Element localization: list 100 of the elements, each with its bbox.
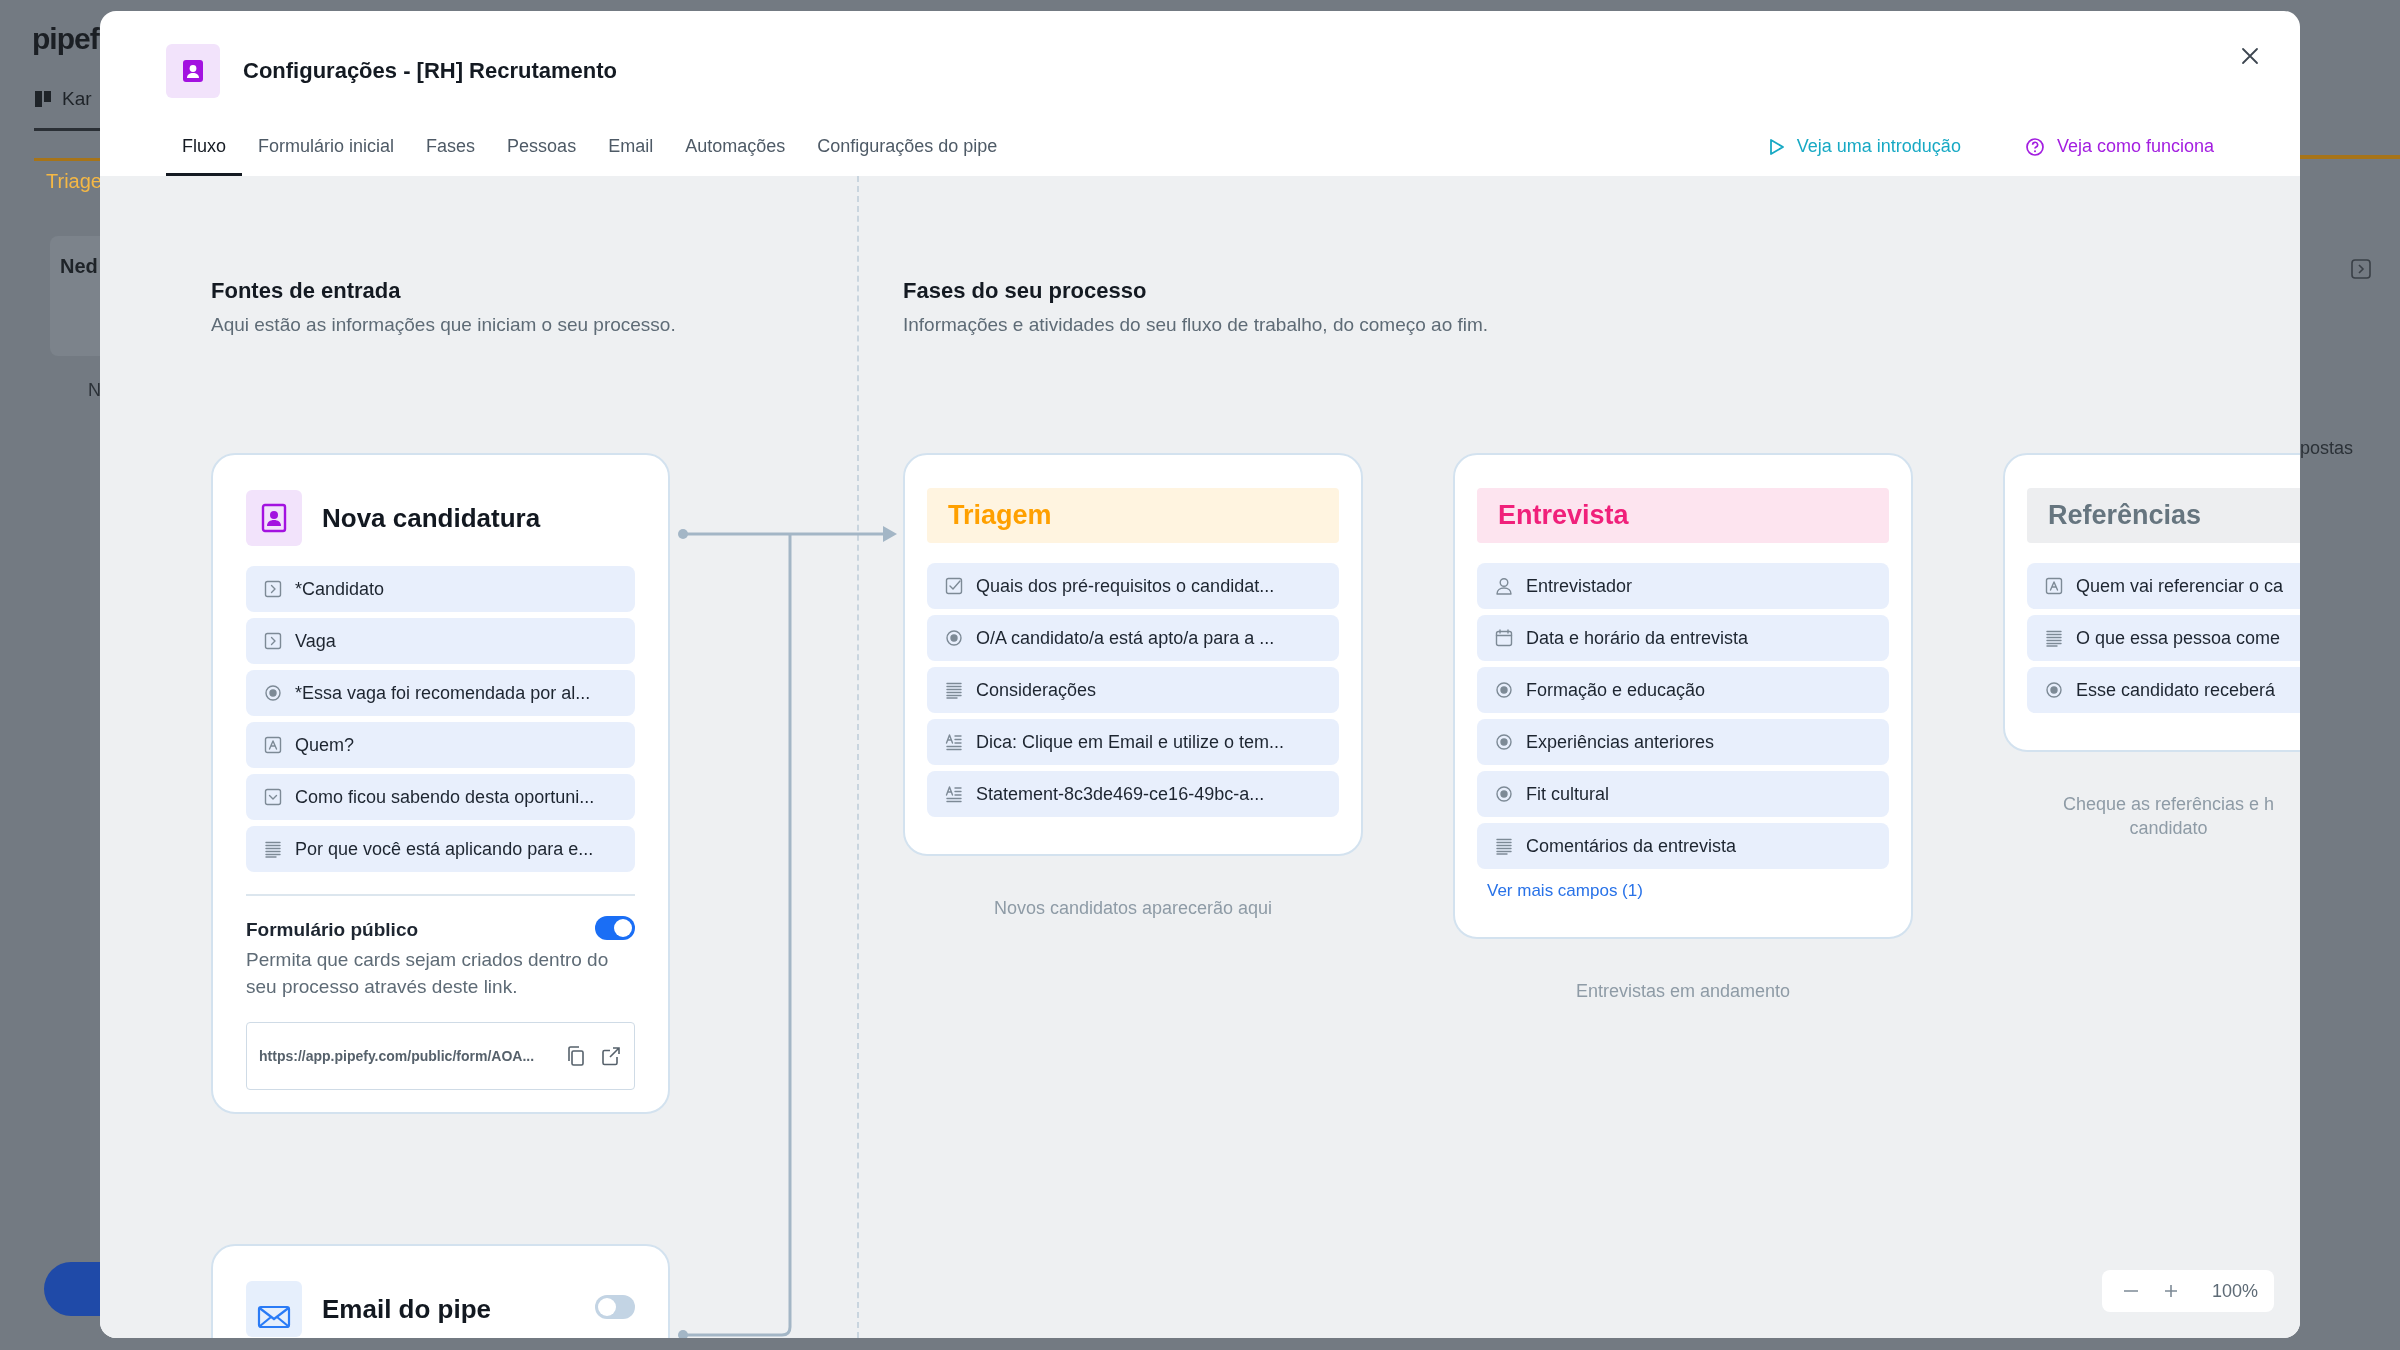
field-row[interactable]: Por que você está aplicando para e...	[246, 826, 635, 872]
radio-field-icon	[1494, 680, 1514, 700]
field-label: O que essa pessoa come	[2076, 627, 2281, 649]
radio-field-icon	[1494, 784, 1514, 804]
close-icon	[2241, 47, 2259, 65]
card-text: N	[88, 380, 101, 401]
expand-icon	[2350, 258, 2372, 280]
pipe-icon	[166, 44, 220, 98]
long-text-field-icon	[1494, 836, 1514, 856]
field-row[interactable]: Vaga	[246, 618, 635, 664]
phase-name: Entrevista	[1498, 500, 1629, 531]
section-subtitle: Aqui estão as informações que iniciam o seu processo.	[211, 314, 677, 336]
field-row[interactable]: Como ficou sabendo desta oportuni...	[246, 774, 635, 820]
long-text-field-icon	[944, 680, 964, 700]
field-row[interactable]: Fit cultural	[1477, 771, 1889, 817]
zoom-level: 100%	[2211, 1280, 2258, 1302]
card-text: postas	[2300, 438, 2354, 459]
field-row[interactable]: O/A candidato/a está apto/a para a ...	[927, 615, 1339, 661]
tab[interactable]: Fases	[410, 120, 492, 176]
field-row[interactable]: Considerações	[927, 667, 1339, 713]
field-row[interactable]: Experiências anteriores	[1477, 719, 1889, 765]
field-label: Esse candidato receberá	[2076, 679, 2276, 701]
external-link-icon[interactable]	[600, 1045, 622, 1067]
person-field-icon	[1494, 576, 1514, 596]
field-label: Quais dos pré-requisitos o candidat...	[976, 575, 1275, 597]
field-label: *Essa vaga foi recomendada por al...	[295, 682, 591, 704]
candidate-form-icon	[246, 490, 302, 546]
section-title: Fontes de entrada	[211, 277, 402, 305]
field-label: Considerações	[976, 679, 1097, 701]
link-field[interactable]: https://app.pipefy.com/public/form/AOA...	[246, 1022, 635, 1090]
radio-field-icon	[2044, 680, 2064, 700]
statement-field-icon	[944, 732, 964, 752]
field-label: Vaga	[295, 630, 336, 652]
copy-icon[interactable]	[566, 1045, 586, 1067]
card-title: Nova candidatura	[322, 502, 542, 534]
connection-field-icon	[263, 631, 283, 651]
field-label: Data e horário da entrevista	[1526, 627, 1749, 649]
app-logo: pipef	[32, 22, 99, 56]
tab[interactable]: Configurações do pipe	[801, 120, 1014, 176]
field-label: Quem?	[295, 734, 355, 756]
field-label: O/A candidato/a está apto/a para a ...	[976, 627, 1275, 649]
field-row[interactable]: Esse candidato receberá	[2027, 667, 2300, 713]
view-tab[interactable]: Kar	[62, 88, 92, 110]
minus-icon	[2123, 1290, 2138, 1292]
field-label: Experiências anteriores	[1526, 731, 1715, 753]
radio-field-icon	[263, 683, 283, 703]
radio-field-icon	[944, 628, 964, 648]
short-text-field-icon	[2044, 576, 2064, 596]
field-label: Por que você está aplicando para e...	[295, 838, 594, 860]
dropdown-field-icon	[263, 787, 283, 807]
field-label: Statement-8c3de469-ce16-49bc-a...	[976, 783, 1265, 805]
field-label: Formação e educação	[1526, 679, 1706, 701]
calendar-field-icon	[1494, 628, 1514, 648]
public-form-description: Permita que cards sejam criados dentro do seu processo através deste link.	[246, 948, 610, 999]
field-row[interactable]: Data e horário da entrevista	[1477, 615, 1889, 661]
toggle-switch[interactable]	[595, 916, 635, 940]
tab[interactable]: Formulário inicial	[242, 120, 411, 176]
short-text-field-icon	[263, 735, 283, 755]
field-row[interactable]: *Essa vaga foi recomendada por al...	[246, 670, 635, 716]
field-row[interactable]: Formação e educação	[1477, 667, 1889, 713]
field-row[interactable]: Comentários da entrevista	[1477, 823, 1889, 869]
more-fields-link[interactable]: Ver mais campos (1)	[1487, 881, 1643, 901]
field-label: *Candidato	[295, 578, 385, 600]
modal-title: Configurações - [RH] Recrutamento	[243, 58, 619, 84]
field-label: Entrevistador	[1526, 575, 1633, 597]
form-url: https://app.pipefy.com/public/form/AOA...	[259, 1048, 536, 1064]
help-link[interactable]: Veja como funciona	[2024, 136, 2214, 157]
phase-caption: Cheque as referências e h	[2063, 793, 2275, 816]
connection-field-icon	[263, 579, 283, 599]
field-row[interactable]: Entrevistador	[1477, 563, 1889, 609]
email-icon	[246, 1281, 302, 1337]
kanban-icon	[34, 90, 52, 108]
card-title: Ned	[60, 255, 98, 278]
long-text-field-icon	[2044, 628, 2064, 648]
help-icon	[2024, 136, 2045, 157]
field-label: Comentários da entrevista	[1526, 835, 1737, 857]
phase-name: Triagem	[948, 500, 1052, 531]
long-text-field-icon	[263, 839, 283, 859]
field-row[interactable]: Quais dos pré-requisitos o candidat...	[927, 563, 1339, 609]
tab[interactable]: Automações	[669, 120, 802, 176]
public-form-title: Formulário público	[246, 919, 419, 941]
field-label: Quem vai referenciar o ca	[2076, 575, 2284, 597]
tab[interactable]: Email	[592, 120, 670, 176]
tab[interactable]: Pessoas	[491, 120, 593, 176]
card-title: Email do pipe	[322, 1293, 493, 1325]
plus-icon	[2162, 1283, 2179, 1299]
phase-name: Referências	[2048, 500, 2202, 531]
field-row[interactable]: O que essa pessoa come	[2027, 615, 2300, 661]
phase-caption: Entrevistas em andamento	[1575, 980, 1791, 1003]
statement-field-icon	[944, 784, 964, 804]
play-icon	[1768, 137, 1785, 156]
phase-caption: candidato	[2129, 817, 2208, 840]
field-row[interactable]: *Candidato	[246, 566, 635, 612]
section-title: Fases do seu processo	[903, 277, 1148, 305]
phase-label: Triage	[46, 170, 102, 193]
field-row[interactable]: Dica: Clique em Email e utilize o tem...	[927, 719, 1339, 765]
field-row[interactable]: Quem vai referenciar o ca	[2027, 563, 2300, 609]
toggle-switch[interactable]	[595, 1295, 635, 1319]
field-row[interactable]: Statement-8c3de469-ce16-49bc-a...	[927, 771, 1339, 817]
field-row[interactable]: Quem?	[246, 722, 635, 768]
